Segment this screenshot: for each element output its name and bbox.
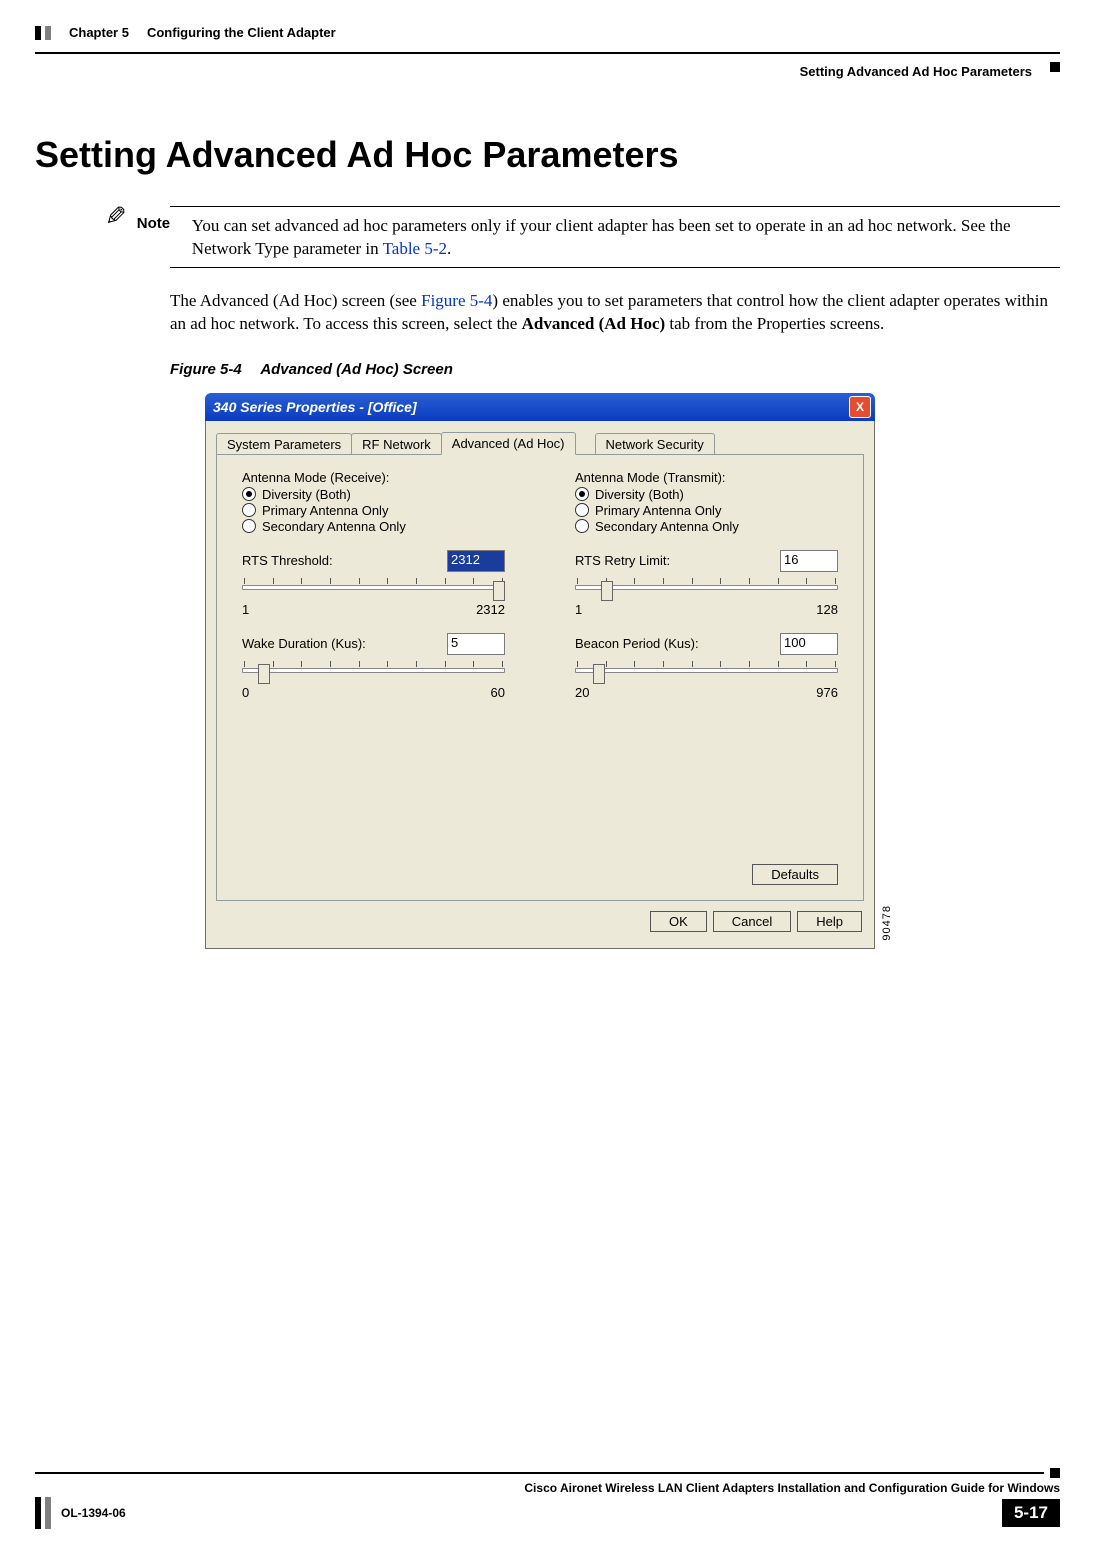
note-block: ✎ Note You can set advanced ad hoc param…	[105, 206, 1060, 268]
note-text-before: You can set advanced ad hoc parameters o…	[192, 216, 1011, 258]
properties-dialog: 340 Series Properties - [Office] X Syste…	[205, 393, 875, 949]
radio-rx-secondary-label: Secondary Antenna Only	[262, 519, 406, 534]
slider-thumb-icon[interactable]	[258, 664, 270, 684]
page-number: 5-17	[1002, 1499, 1060, 1527]
rts-threshold-min: 1	[242, 602, 249, 617]
slider-thumb-icon[interactable]	[601, 581, 613, 601]
radio-tx-secondary[interactable]	[575, 519, 589, 533]
tab-row: System Parameters RF Network Advanced (A…	[216, 431, 864, 454]
slider-thumb-icon[interactable]	[593, 664, 605, 684]
rts-threshold-label: RTS Threshold:	[242, 553, 333, 568]
pencil-note-icon: ✎	[105, 201, 127, 232]
footer-bar-black	[35, 1497, 41, 1529]
chapter-title: Configuring the Client Adapter	[147, 25, 336, 40]
radio-rx-diversity-label: Diversity (Both)	[262, 487, 351, 502]
note-text-after: .	[447, 239, 451, 258]
rts-threshold-slider[interactable]: 1 2312	[242, 578, 505, 617]
radio-rx-diversity[interactable]	[242, 487, 256, 501]
rts-retry-label: RTS Retry Limit:	[575, 553, 670, 568]
figure-number: Figure 5-4	[170, 361, 242, 378]
para-part3: tab from the Properties screens.	[665, 314, 884, 333]
wake-duration-min: 0	[242, 685, 249, 700]
close-button[interactable]: X	[849, 396, 871, 418]
radio-rx-primary[interactable]	[242, 503, 256, 517]
rts-retry-input[interactable]: 16	[780, 550, 838, 572]
radio-tx-secondary-label: Secondary Antenna Only	[595, 519, 739, 534]
note-link-table[interactable]: Table 5-2	[383, 239, 447, 258]
tab-rf-network[interactable]: RF Network	[351, 433, 442, 455]
slider-thumb-icon[interactable]	[493, 581, 505, 601]
wake-duration-max: 60	[491, 685, 505, 700]
header-section-right: Setting Advanced Ad Hoc Parameters	[800, 64, 1032, 79]
rts-retry-min: 1	[575, 602, 582, 617]
tab-system-parameters[interactable]: System Parameters	[216, 433, 352, 455]
ok-button[interactable]: OK	[650, 911, 707, 932]
page-header: Chapter 5 Configuring the Client Adapter	[35, 25, 1060, 40]
chapter-number: Chapter 5	[69, 25, 129, 40]
beacon-period-min: 20	[575, 685, 589, 700]
figure-side-id: 90478	[881, 905, 893, 941]
radio-tx-primary[interactable]	[575, 503, 589, 517]
para-bold: Advanced (Ad Hoc)	[522, 314, 666, 333]
close-icon: X	[856, 400, 864, 414]
note-text: You can set advanced ad hoc parameters o…	[192, 207, 1060, 261]
rts-retry-max: 128	[816, 602, 838, 617]
page-title: Setting Advanced Ad Hoc Parameters	[35, 134, 1060, 176]
radio-tx-diversity-label: Diversity (Both)	[595, 487, 684, 502]
rts-retry-slider[interactable]: 1 128	[575, 578, 838, 617]
footer-book-title: Cisco Aironet Wireless LAN Client Adapte…	[524, 1481, 1060, 1495]
radio-rx-primary-label: Primary Antenna Only	[262, 503, 388, 518]
wake-duration-label: Wake Duration (Kus):	[242, 636, 366, 651]
note-label: Note	[137, 207, 192, 232]
tab-panel: Antenna Mode (Receive): Diversity (Both)…	[216, 454, 864, 901]
figure-caption: Figure 5-4 Advanced (Ad Hoc) Screen	[170, 361, 1060, 378]
beacon-period-label: Beacon Period (Kus):	[575, 636, 699, 651]
footer-marker-icon	[1050, 1468, 1060, 1478]
help-button[interactable]: Help	[797, 911, 862, 932]
beacon-period-input[interactable]: 100	[780, 633, 838, 655]
beacon-period-slider[interactable]: 20 976	[575, 661, 838, 700]
header-bar-black	[35, 26, 41, 40]
header-bar-grey	[45, 26, 51, 40]
dialog-title: 340 Series Properties - [Office]	[213, 399, 849, 415]
intro-paragraph: The Advanced (Ad Hoc) screen (see Figure…	[170, 290, 1060, 336]
page-footer: Cisco Aironet Wireless LAN Client Adapte…	[35, 1468, 1060, 1529]
footer-bar-grey	[45, 1497, 51, 1529]
header-right-marker	[1050, 62, 1060, 72]
rts-threshold-max: 2312	[476, 602, 505, 617]
para-figure-link[interactable]: Figure 5-4	[421, 291, 492, 310]
radio-rx-secondary[interactable]	[242, 519, 256, 533]
footer-doc-id: OL-1394-06	[61, 1506, 126, 1520]
figure-title: Advanced (Ad Hoc) Screen	[260, 361, 453, 378]
tab-network-security[interactable]: Network Security	[595, 433, 715, 455]
radio-tx-diversity[interactable]	[575, 487, 589, 501]
para-part1: The Advanced (Ad Hoc) screen (see	[170, 291, 421, 310]
defaults-button[interactable]: Defaults	[752, 864, 838, 885]
wake-duration-slider[interactable]: 0 60	[242, 661, 505, 700]
wake-duration-input[interactable]: 5	[447, 633, 505, 655]
tab-advanced-adhoc[interactable]: Advanced (Ad Hoc)	[441, 432, 576, 455]
cancel-button[interactable]: Cancel	[713, 911, 791, 932]
rts-threshold-input[interactable]: 2312	[447, 550, 505, 572]
beacon-period-max: 976	[816, 685, 838, 700]
dialog-titlebar: 340 Series Properties - [Office] X	[205, 393, 875, 421]
antenna-rx-label: Antenna Mode (Receive):	[242, 470, 505, 485]
radio-tx-primary-label: Primary Antenna Only	[595, 503, 721, 518]
antenna-tx-label: Antenna Mode (Transmit):	[575, 470, 838, 485]
